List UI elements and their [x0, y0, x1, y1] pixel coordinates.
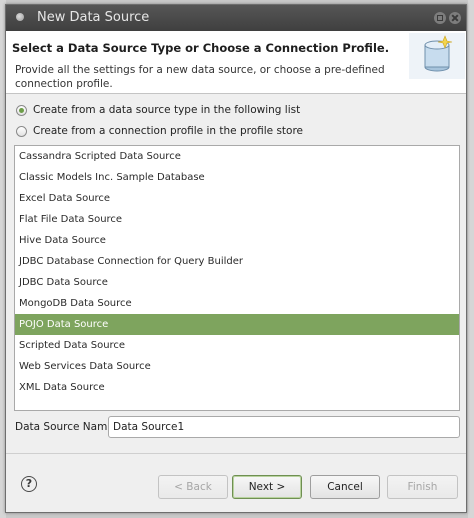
list-item[interactable]: Excel Data Source [15, 188, 459, 209]
new-data-source-dialog: New Data Source Select a Data Source Typ… [5, 4, 467, 513]
list-item[interactable]: Flat File Data Source [15, 209, 459, 230]
list-item[interactable]: MongoDB Data Source [15, 293, 459, 314]
list-item[interactable]: Cassandra Scripted Data Source [15, 146, 459, 167]
list-item[interactable]: Web Services Data Source [15, 356, 459, 377]
list-item[interactable]: POJO Data Source [15, 314, 459, 335]
data-source-type-list[interactable]: Cassandra Scripted Data Source Classic Mo… [14, 145, 460, 411]
radio-create-from-profile[interactable] [16, 125, 27, 137]
cancel-button[interactable]: Cancel [310, 475, 380, 499]
radio-create-from-profile-label: Create from a connection profile in the … [33, 125, 304, 137]
database-wizard-icon [409, 33, 465, 79]
window-menu-icon[interactable] [16, 13, 24, 21]
radio-create-from-type-label: Create from a data source type in the fo… [33, 104, 301, 116]
option-create-from-type[interactable]: Create from a data source type in the fo… [16, 103, 300, 117]
back-button[interactable]: < Back [158, 475, 228, 499]
list-item[interactable]: JDBC Database Connection for Query Build… [15, 251, 459, 272]
help-icon[interactable]: ? [21, 476, 37, 492]
list-item[interactable]: Classic Models Inc. Sample Database [15, 167, 459, 188]
data-source-name-input[interactable] [108, 416, 460, 438]
button-bar-separator [6, 453, 466, 454]
data-source-name-label: Data Source Name: [15, 421, 118, 433]
finish-button[interactable]: Finish [387, 475, 458, 499]
maximize-button[interactable] [434, 12, 446, 24]
wizard-header: Select a Data Source Type or Choose a Co… [6, 31, 466, 94]
title-bar[interactable]: New Data Source [6, 5, 466, 31]
close-button[interactable] [449, 12, 461, 24]
next-button[interactable]: Next > [232, 475, 302, 499]
wizard-page-description: Provide all the settings for a new data … [15, 64, 385, 90]
wizard-page-title: Select a Data Source Type or Choose a Co… [12, 41, 390, 55]
list-item[interactable]: JDBC Data Source [15, 272, 459, 293]
radio-create-from-type[interactable] [16, 104, 27, 116]
list-item[interactable]: Scripted Data Source [15, 335, 459, 356]
window-title: New Data Source [37, 10, 150, 25]
list-item[interactable]: XML Data Source [15, 377, 459, 398]
background-window-edge-right [468, 0, 474, 518]
list-item[interactable]: Hive Data Source [15, 230, 459, 251]
option-create-from-profile[interactable]: Create from a connection profile in the … [16, 124, 303, 138]
